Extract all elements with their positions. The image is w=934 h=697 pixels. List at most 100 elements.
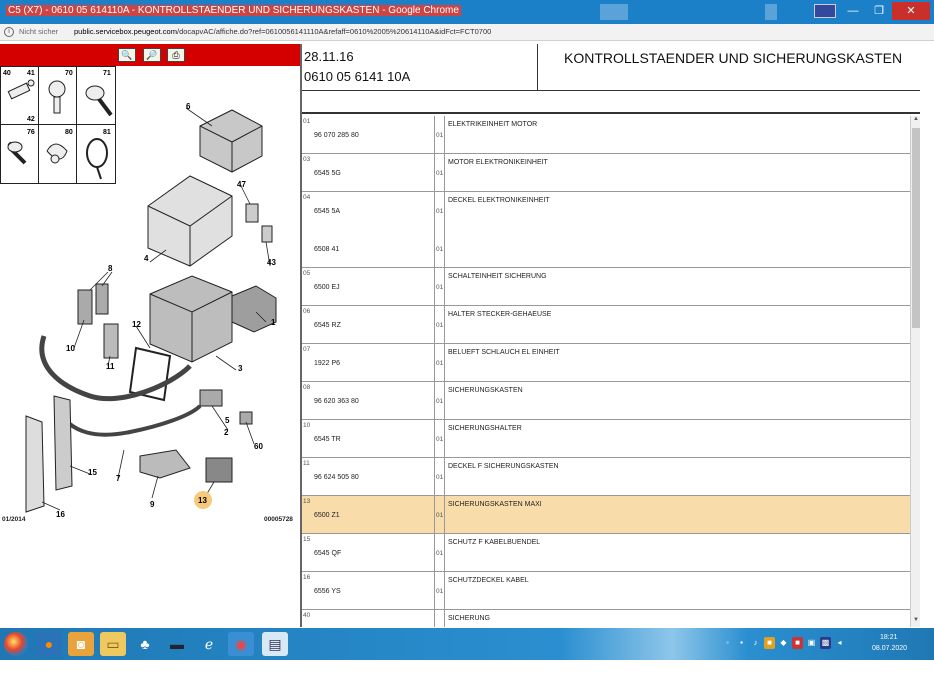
tray-icon[interactable]: ▩ — [820, 637, 831, 649]
parts-row[interactable]: 16 6556 YS 01 SCHUTZDECKEL KABEL — [302, 572, 910, 610]
tray-icon[interactable]: ◆ — [778, 637, 789, 649]
column-separator — [444, 610, 445, 627]
callout-label[interactable]: 1 — [271, 318, 275, 327]
outlook-icon[interactable]: ◙ — [68, 632, 94, 656]
callout-label[interactable]: 15 — [88, 468, 97, 477]
column-separator — [444, 344, 445, 381]
part-reference-link[interactable]: 6556 YS — [314, 588, 341, 595]
start-button[interactable] — [4, 632, 28, 656]
header-date: 28.11.16 — [304, 49, 354, 64]
parts-row[interactable]: 06 6545 RZ 01 HALTER STECKER-GEHAEUSE — [302, 306, 910, 344]
row-position: 15 — [303, 536, 311, 543]
parts-row[interactable]: 15 6545 QF 01 SCHUTZ F KABELBUENDEL — [302, 534, 910, 572]
parts-row[interactable]: 05 6500 EJ 01 SCHALTEINHEIT SICHERUNG — [302, 268, 910, 306]
parts-row[interactable]: 03 6545 5G 01 MOTOR ELEKTRONIKEINHEIT — [302, 154, 910, 192]
part-reference-link[interactable]: 6545 5G — [314, 170, 341, 177]
media-icon[interactable]: ▬ — [164, 632, 190, 656]
part-reference-link[interactable]: 6500 Z1 — [314, 512, 340, 519]
parts-row[interactable]: 07 1922 P6 01 BELUEFT SCHLAUCH EL EINHEIT — [302, 344, 910, 382]
callout-label[interactable]: 47 — [237, 180, 246, 189]
ref-cell — [302, 610, 435, 627]
callout-label[interactable]: 6 — [186, 102, 190, 111]
scroll-up-arrow-icon[interactable]: ▲ — [911, 116, 921, 126]
parts-row[interactable]: 08 96 620 363 80 01 SICHERUNGSKASTEN — [302, 382, 910, 420]
column-separator — [444, 268, 445, 305]
diagram-panel: 🔍 🔎 ⎙ 40 41 42 70 71 76 80 81 6 47 43 4 … — [0, 44, 300, 627]
close-button[interactable]: ✕ — [892, 2, 930, 20]
url-text[interactable]: public.servicebox.peugeot.com/docapvAC/a… — [74, 27, 491, 36]
part-reference-link[interactable]: 6545 RZ — [314, 322, 341, 329]
callout-label[interactable]: 5 — [225, 416, 229, 425]
part-reference-link[interactable]: 6545 5A — [314, 208, 340, 215]
tray-icon[interactable]: ■ — [792, 637, 803, 649]
part-reference-link[interactable]: 96 620 363 80 — [314, 398, 359, 405]
callout-label-highlighted[interactable]: 13 — [198, 496, 207, 505]
tray-icon[interactable]: ♪ — [750, 637, 761, 649]
row-position: 13 — [303, 498, 311, 505]
part-reference-link[interactable]: 6545 TR — [314, 436, 341, 443]
quantity: 01 — [436, 132, 444, 139]
tray-icon[interactable]: ◦ — [722, 637, 733, 649]
callout-label[interactable]: 43 — [267, 258, 276, 267]
callout-label[interactable]: 12 — [132, 320, 141, 329]
scroll-thumb[interactable] — [912, 128, 920, 328]
part-reference-link[interactable]: 6545 QF — [314, 550, 341, 557]
parts-row[interactable]: 01 96 070 285 80 01 ELEKTRIKEINHEIT MOTOR — [302, 116, 910, 154]
zoom-in-button[interactable]: 🔍 — [118, 48, 136, 62]
language-flag-icon[interactable] — [814, 4, 836, 18]
tray-icon[interactable]: ▪ — [736, 637, 747, 649]
folder-icon[interactable]: ▭ — [100, 632, 126, 656]
print-button[interactable]: ⎙ — [167, 48, 185, 62]
tray-icon[interactable]: ▣ — [806, 637, 817, 649]
maximize-button[interactable]: ❐ — [866, 2, 892, 20]
taskbar-preview-2 — [765, 4, 777, 20]
callout-label[interactable]: 60 — [254, 442, 263, 451]
part-reference-link[interactable]: 6500 EJ — [314, 284, 340, 291]
window-thumbnail-icon[interactable]: ▤ — [262, 632, 288, 656]
callout-label[interactable]: 3 — [238, 364, 242, 373]
zoom-out-button[interactable]: 🔎 — [143, 48, 161, 62]
callout-label[interactable]: 9 — [150, 500, 154, 509]
part-reference-link[interactable]: 1922 P6 — [314, 360, 340, 367]
quantity: 01 — [436, 398, 444, 405]
quantity: 01 — [436, 246, 444, 253]
internet-explorer-icon[interactable]: ℯ — [196, 632, 222, 656]
ref-cell — [302, 192, 435, 267]
volume-icon[interactable]: ◂ — [834, 637, 845, 649]
chrome-icon[interactable]: ◉ — [228, 632, 254, 656]
parts-scrollbar[interactable]: ▲ ▼ — [910, 116, 920, 627]
clock-time[interactable]: 18:21 — [880, 634, 898, 641]
callout-label[interactable]: 7 — [116, 474, 120, 483]
header-info: 28.11.16 0610 05 6141 10A — [302, 44, 538, 90]
part-reference-link[interactable]: 96 070 285 80 — [314, 132, 359, 139]
app-icon[interactable]: ♣ — [132, 632, 158, 656]
callout-label[interactable]: 16 — [56, 510, 65, 519]
quantity: 01 — [436, 284, 444, 291]
callout-label[interactable]: 11 — [106, 362, 114, 371]
scroll-down-arrow-icon[interactable]: ▼ — [911, 617, 921, 627]
part-reference-link[interactable]: 6508 41 — [314, 246, 339, 253]
column-separator — [444, 154, 445, 191]
part-reference-link[interactable]: 96 624 505 80 — [314, 474, 359, 481]
clock-date[interactable]: 08.07.2020 — [872, 645, 907, 652]
quantity: 01 — [436, 588, 444, 595]
callout-label[interactable]: 2 — [224, 428, 228, 437]
firefox-icon[interactable]: ● — [36, 632, 62, 656]
header-blank-bar — [302, 90, 920, 114]
part-description: BELUEFT SCHLAUCH EL EINHEIT — [448, 349, 560, 356]
tray-icon[interactable]: ■ — [764, 637, 775, 649]
parts-row[interactable]: 10 6545 TR 01 SICHERUNGSHALTER — [302, 420, 910, 458]
parts-row[interactable]: 04 6545 5A 6508 41 01 01 DECKEL ELEKTRONIKEIN… — [302, 192, 910, 268]
part-description: SCHUTZDECKEL KABEL — [448, 577, 529, 584]
address-bar[interactable]: i Nicht sicher public.servicebox.peugeot… — [0, 24, 934, 41]
parts-row[interactable]: 13 6500 Z1 01 SICHERUNGSKASTEN MAXI — [302, 496, 910, 534]
callout-label[interactable]: 4 — [144, 254, 148, 263]
header-reference: 0610 05 6141 10A — [304, 69, 411, 84]
callout-label[interactable]: 8 — [108, 264, 112, 273]
info-icon[interactable]: i — [4, 27, 14, 37]
part-description: SCHUTZ F KABELBUENDEL — [448, 539, 541, 546]
parts-row[interactable]: 40 SICHERUNG — [302, 610, 910, 627]
parts-row[interactable]: 11 96 624 505 80 01 DECKEL F SICHERUNGSKAST… — [302, 458, 910, 496]
minimize-button[interactable]: — — [840, 2, 866, 20]
callout-label[interactable]: 10 — [66, 344, 75, 353]
